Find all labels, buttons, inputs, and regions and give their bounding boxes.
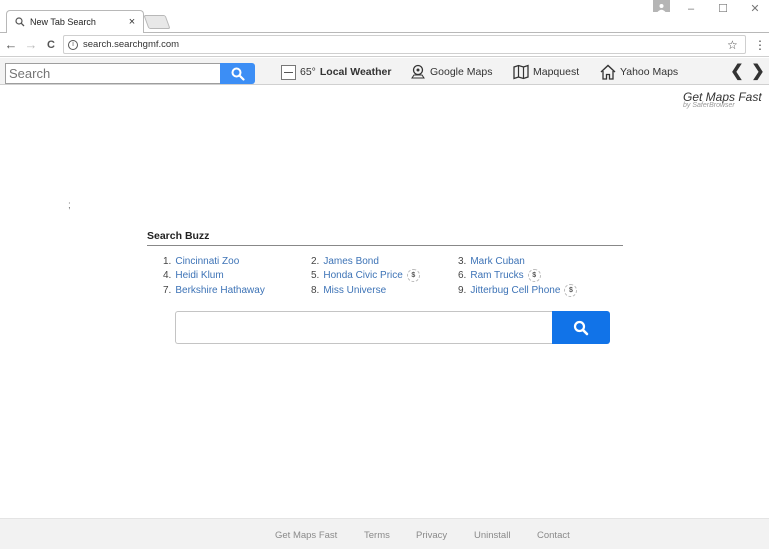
tab-close-button[interactable]: × bbox=[125, 16, 139, 28]
buzz-item-number: 2. bbox=[311, 255, 320, 267]
buzz-item-link[interactable]: Cincinnati Zoo bbox=[175, 256, 239, 267]
buzz-item-link[interactable]: Ram Trucks bbox=[470, 270, 523, 281]
reload-button[interactable]: C bbox=[43, 37, 59, 53]
weather-widget[interactable]: 65° Local Weather bbox=[280, 63, 391, 81]
main-search-button[interactable] bbox=[552, 311, 610, 344]
browser-window: New Tab Search × – ☐ ✕ ← → C i search.se… bbox=[0, 0, 769, 549]
buzz-item-link[interactable]: Miss Universe bbox=[323, 285, 386, 296]
profile-button[interactable] bbox=[653, 0, 670, 12]
search-buzz-list: 1. Cincinnati Zoo 2. James Bond 3. Mark … bbox=[147, 254, 623, 304]
bookmark-star-icon[interactable]: ☆ bbox=[727, 38, 741, 52]
stray-mark: ; bbox=[68, 200, 71, 211]
buzz-item-number: 6. bbox=[458, 269, 467, 281]
back-button[interactable]: ← bbox=[3, 37, 19, 53]
search-buzz-section: Search Buzz 1. Cincinnati Zoo 2. James B… bbox=[147, 230, 623, 304]
weather-temp: 65° bbox=[300, 66, 316, 78]
search-icon bbox=[573, 320, 589, 335]
tab-new-tab-search[interactable]: New Tab Search × bbox=[6, 10, 144, 33]
footer: Get Maps Fast Terms Privacy Uninstall Co… bbox=[0, 518, 769, 549]
buzz-item-link[interactable]: Honda Civic Price bbox=[323, 270, 402, 281]
close-window-button[interactable]: ✕ bbox=[745, 1, 765, 17]
weather-label: Local Weather bbox=[319, 66, 392, 78]
footer-link-uninstall[interactable]: Uninstall bbox=[474, 530, 510, 541]
tab-strip: New Tab Search × – ☐ ✕ bbox=[0, 0, 769, 33]
footer-link-privacy[interactable]: Privacy bbox=[416, 530, 447, 541]
search-icon bbox=[15, 17, 25, 27]
main-search-input[interactable] bbox=[175, 311, 553, 344]
map-pin-icon bbox=[410, 64, 426, 80]
toolbar-next-arrow[interactable]: ❯ bbox=[751, 63, 765, 81]
google-maps-link[interactable]: Google Maps bbox=[410, 63, 492, 81]
buzz-item: 8. Miss Universe bbox=[311, 283, 386, 297]
search-buzz-title: Search Buzz bbox=[147, 230, 210, 242]
address-bar: ← → C i search.searchgmf.com ☆ ⋮ bbox=[0, 33, 769, 57]
buzz-item-number: 8. bbox=[311, 284, 320, 296]
buzz-item: 2. James Bond bbox=[311, 254, 379, 268]
toolbar-prev-arrow[interactable]: ❮ bbox=[730, 63, 744, 81]
google-maps-label: Google Maps bbox=[430, 66, 493, 78]
buzz-item-link[interactable]: Jitterbug Cell Phone bbox=[470, 285, 560, 296]
buzz-item: 7. Berkshire Hathaway bbox=[163, 283, 265, 297]
toolbar-search-button[interactable] bbox=[220, 63, 255, 84]
dollar-badge-icon: $ bbox=[527, 268, 541, 282]
buzz-item: 6. Ram Trucks $ bbox=[458, 268, 541, 282]
footer-link-contact[interactable]: Contact bbox=[537, 530, 570, 541]
tab-title: New Tab Search bbox=[30, 17, 96, 27]
toolbar-search-input[interactable] bbox=[5, 63, 221, 84]
dollar-badge-icon: $ bbox=[564, 283, 578, 297]
extension-toolbar: 65° Local Weather Google Maps Mapquest Y… bbox=[0, 58, 769, 85]
brand-logo: Get Maps Fast by SaferBrowser bbox=[683, 90, 763, 109]
dollar-badge-icon: $ bbox=[406, 268, 420, 282]
yahoo-maps-label: Yahoo Maps bbox=[620, 66, 679, 78]
buzz-item: 9. Jitterbug Cell Phone $ bbox=[458, 283, 578, 297]
mapquest-link[interactable]: Mapquest bbox=[513, 63, 579, 81]
person-icon bbox=[657, 4, 666, 12]
footer-link-terms[interactable]: Terms bbox=[364, 530, 390, 541]
buzz-item-number: 4. bbox=[163, 269, 172, 281]
buzz-item: 3. Mark Cuban bbox=[458, 254, 525, 268]
buzz-item-number: 1. bbox=[163, 255, 172, 267]
buzz-item-link[interactable]: Mark Cuban bbox=[470, 256, 524, 267]
buzz-item: 1. Cincinnati Zoo bbox=[163, 254, 239, 268]
mapquest-label: Mapquest bbox=[533, 66, 580, 78]
house-icon bbox=[600, 64, 616, 80]
new-tab-button[interactable] bbox=[143, 15, 171, 29]
minimize-button[interactable]: – bbox=[681, 1, 701, 17]
yahoo-maps-link[interactable]: Yahoo Maps bbox=[600, 63, 678, 81]
omnibox[interactable]: i search.searchgmf.com ☆ bbox=[63, 35, 746, 54]
buzz-item-link[interactable]: Berkshire Hathaway bbox=[175, 285, 264, 296]
buzz-item-number: 9. bbox=[458, 284, 467, 296]
url-text[interactable]: search.searchgmf.com bbox=[83, 39, 727, 50]
maximize-button[interactable]: ☐ bbox=[713, 1, 733, 17]
buzz-item: 5. Honda Civic Price $ bbox=[311, 268, 420, 282]
search-icon bbox=[231, 67, 245, 81]
buzz-item-link[interactable]: James Bond bbox=[323, 256, 379, 267]
browser-menu-icon[interactable]: ⋮ bbox=[754, 37, 766, 53]
search-buzz-divider bbox=[147, 245, 623, 246]
buzz-item-number: 3. bbox=[458, 255, 467, 267]
forward-button[interactable]: → bbox=[23, 37, 39, 53]
site-info-icon[interactable]: i bbox=[68, 39, 78, 50]
weather-icon bbox=[280, 64, 296, 80]
folded-map-icon bbox=[513, 64, 529, 80]
buzz-item-number: 5. bbox=[311, 269, 320, 281]
buzz-item: 4. Heidi Klum bbox=[163, 268, 224, 282]
footer-link-get-maps-fast[interactable]: Get Maps Fast bbox=[275, 530, 337, 541]
buzz-item-number: 7. bbox=[163, 284, 172, 296]
buzz-item-link[interactable]: Heidi Klum bbox=[175, 270, 223, 281]
